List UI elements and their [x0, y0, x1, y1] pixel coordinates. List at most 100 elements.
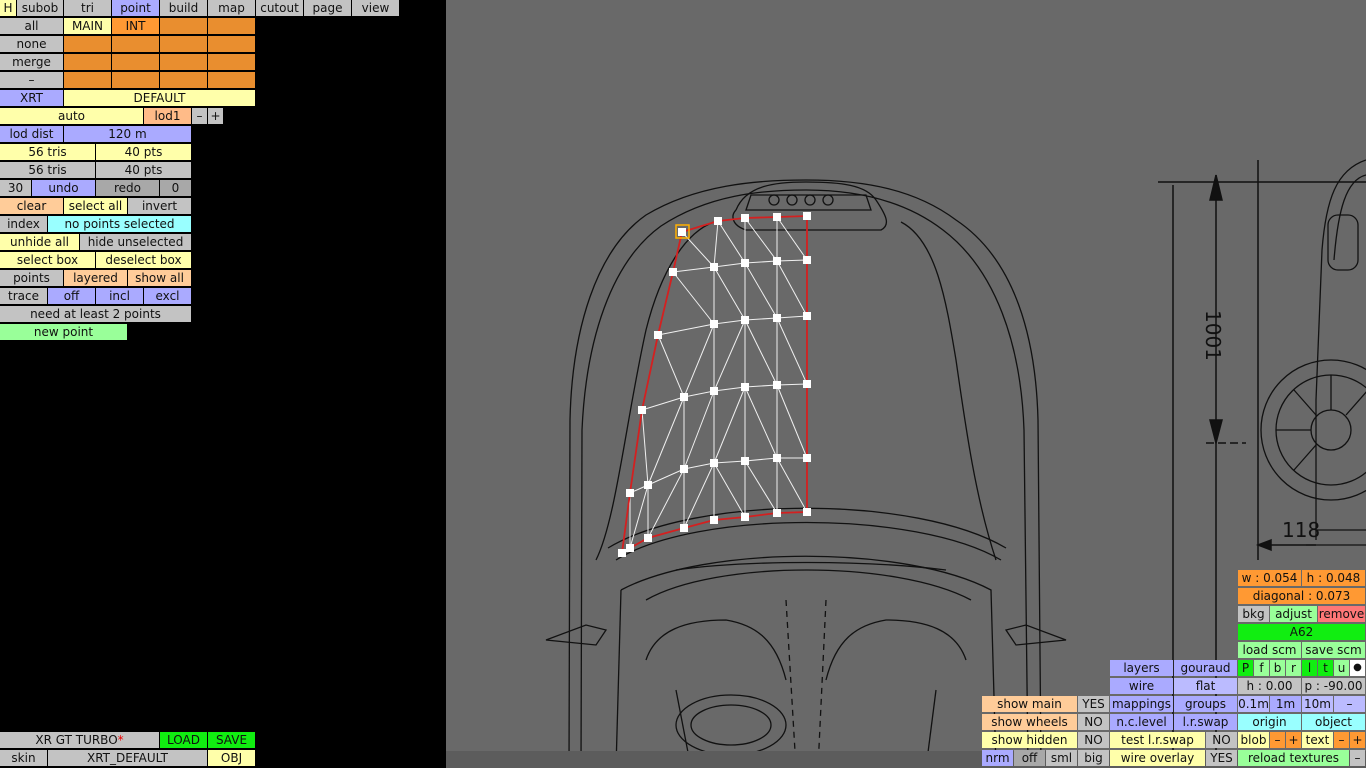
flat-button[interactable]: flat: [1174, 678, 1237, 694]
wire-button[interactable]: wire: [1110, 678, 1173, 694]
select-all-points-button[interactable]: select all: [64, 198, 127, 214]
mesh-point[interactable]: [773, 454, 781, 462]
layers-button[interactable]: layers: [1110, 660, 1173, 676]
mesh-point[interactable]: [678, 228, 686, 236]
text-plus-button[interactable]: +: [1350, 732, 1365, 748]
mesh-point[interactable]: [710, 387, 718, 395]
lod-dist-value[interactable]: 120 m: [64, 126, 191, 142]
mesh-point[interactable]: [741, 457, 749, 465]
wire-overlay-button[interactable]: wire overlay: [1110, 750, 1205, 766]
mesh-point[interactable]: [773, 509, 781, 517]
mesh-point[interactable]: [803, 256, 811, 264]
grid-0.1m-button[interactable]: 0.1m: [1238, 696, 1269, 712]
group-slot-button[interactable]: [208, 18, 255, 34]
3d-viewport[interactable]: 1001 118: [446, 0, 1366, 768]
mesh-point[interactable]: [669, 268, 677, 276]
show-all-button[interactable]: show all: [128, 270, 191, 286]
mesh-point[interactable]: [773, 314, 781, 322]
show-main-button[interactable]: show main: [982, 696, 1077, 712]
skin-button[interactable]: skin: [0, 750, 47, 766]
save-button[interactable]: SAVE: [208, 732, 255, 748]
group-slot-button[interactable]: [112, 54, 159, 70]
mesh-point[interactable]: [654, 331, 662, 339]
tab-subob[interactable]: subob: [17, 0, 63, 16]
origin-button[interactable]: origin: [1238, 714, 1301, 730]
show-hidden-button[interactable]: show hidden: [982, 732, 1077, 748]
group-slot-button[interactable]: [112, 36, 159, 52]
lod-auto-button[interactable]: auto: [0, 108, 143, 124]
show-hidden-value[interactable]: NO: [1078, 732, 1109, 748]
mesh-point[interactable]: [638, 406, 646, 414]
bg-height-offset[interactable]: h : 0.00: [1238, 678, 1301, 694]
mesh-point[interactable]: [803, 454, 811, 462]
merge-button[interactable]: merge: [0, 54, 63, 70]
lod-level-button[interactable]: lod1: [144, 108, 191, 124]
view-f-button[interactable]: f: [1254, 660, 1269, 676]
select-all-button[interactable]: all: [0, 18, 63, 34]
gouraud-button[interactable]: gouraud: [1174, 660, 1237, 676]
config-default-button[interactable]: DEFAULT: [64, 90, 255, 106]
grid-1m-button[interactable]: 1m: [1270, 696, 1301, 712]
mesh-point[interactable]: [773, 213, 781, 221]
points-mode-button[interactable]: points: [0, 270, 63, 286]
blob-minus-button[interactable]: –: [1270, 732, 1285, 748]
bg-pitch-value[interactable]: p : -90.00: [1302, 678, 1365, 694]
mesh-point[interactable]: [710, 320, 718, 328]
mesh-point[interactable]: [803, 212, 811, 220]
tab-cutout[interactable]: cutout: [256, 0, 303, 16]
hide-unselected-button[interactable]: hide unselected: [80, 234, 191, 250]
blob-plus-button[interactable]: +: [1286, 732, 1301, 748]
mesh-point[interactable]: [710, 263, 718, 271]
show-wheels-button[interactable]: show wheels: [982, 714, 1077, 730]
text-button[interactable]: text: [1302, 732, 1333, 748]
view-l-button[interactable]: l: [1302, 660, 1317, 676]
adjust-button[interactable]: adjust: [1270, 606, 1317, 622]
shading-sml-button[interactable]: sml: [1046, 750, 1077, 766]
blob-button[interactable]: blob: [1238, 732, 1269, 748]
mesh-point[interactable]: [680, 393, 688, 401]
group-slot-button[interactable]: [208, 36, 255, 52]
group-slot-button[interactable]: [160, 54, 207, 70]
view-u-button[interactable]: u: [1334, 660, 1349, 676]
undo-button[interactable]: undo: [32, 180, 95, 196]
lr-swap-button[interactable]: l.r.swap: [1174, 714, 1237, 730]
view-t-button[interactable]: t: [1318, 660, 1333, 676]
mesh-point[interactable]: [741, 513, 749, 521]
mesh-point[interactable]: [680, 524, 688, 532]
trace-button[interactable]: trace: [0, 288, 47, 304]
invert-selection-button[interactable]: invert: [128, 198, 191, 214]
mesh-point[interactable]: [803, 508, 811, 516]
tab-map[interactable]: map: [208, 0, 255, 16]
mesh-point[interactable]: [626, 489, 634, 497]
blueprint-svg[interactable]: 1001 118: [446, 0, 1366, 768]
mesh-point[interactable]: [741, 316, 749, 324]
mesh-point[interactable]: [710, 516, 718, 524]
skin-name-button[interactable]: XRT_DEFAULT: [48, 750, 207, 766]
mesh-point[interactable]: [644, 481, 652, 489]
group-slot-button[interactable]: [208, 72, 255, 88]
show-wheels-value[interactable]: NO: [1078, 714, 1109, 730]
group-slot-button[interactable]: [64, 54, 111, 70]
group-main-button[interactable]: MAIN: [64, 18, 111, 34]
mesh-point[interactable]: [741, 214, 749, 222]
dash-button[interactable]: –: [0, 72, 63, 88]
mesh-point[interactable]: [803, 380, 811, 388]
grid-minus-button[interactable]: –: [1334, 696, 1365, 712]
view-b-button[interactable]: b: [1270, 660, 1285, 676]
tab-view[interactable]: view: [352, 0, 399, 16]
config-xrt-button[interactable]: XRT: [0, 90, 63, 106]
car-name-button[interactable]: XR GT TURBO*: [0, 732, 159, 748]
tab-h[interactable]: H: [0, 0, 16, 16]
group-slot-button[interactable]: [160, 72, 207, 88]
tab-tri[interactable]: tri: [64, 0, 111, 16]
grid-10m-button[interactable]: 10m: [1302, 696, 1333, 712]
trace-off-button[interactable]: off: [48, 288, 95, 304]
group-slot-button[interactable]: [64, 72, 111, 88]
wire-overlay-value[interactable]: YES: [1206, 750, 1237, 766]
mesh-point[interactable]: [710, 459, 718, 467]
mesh-point[interactable]: [714, 217, 722, 225]
redo-button[interactable]: redo: [96, 180, 159, 196]
group-slot-button[interactable]: [112, 72, 159, 88]
select-none-button[interactable]: none: [0, 36, 63, 52]
lod-plus-button[interactable]: +: [208, 108, 223, 124]
